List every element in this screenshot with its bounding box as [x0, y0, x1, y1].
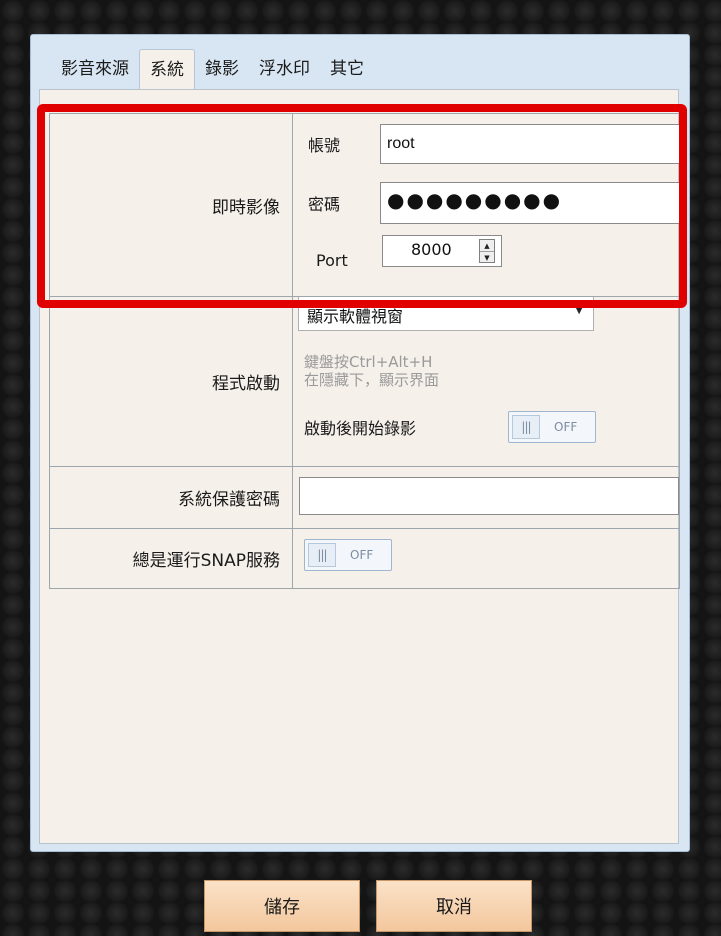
dropdown-arrow-icon[interactable]: ▼ — [575, 305, 583, 316]
toggle-handle-icon: ||| — [308, 543, 336, 567]
port-spinbox[interactable]: 8000 ▲ ▼ — [382, 235, 502, 267]
row-live-video: 即時影像 帳號 密碼 ●●●●●●●●● Port 8000 ▲ ▼ — [49, 113, 682, 297]
snap-service-fields: ||| OFF — [294, 529, 679, 588]
tab-bar: 影音來源 系統 錄影 浮水印 其它 — [51, 49, 374, 90]
password-label: 密碼 — [308, 195, 341, 214]
startup-mode-value: 顯示軟體視窗 — [307, 307, 404, 326]
tab-other[interactable]: 其它 — [320, 49, 374, 89]
account-input[interactable] — [380, 124, 682, 164]
cancel-button[interactable]: 取消 — [376, 880, 532, 932]
live-video-label: 即時影像 — [50, 114, 293, 296]
password-input[interactable]: ●●●●●●●●● — [380, 182, 682, 224]
startup-fields: 顯示軟體視窗 ▼ 鍵盤按Ctrl+Alt+H 在隱藏下，顯示界面 啟動後開始錄影… — [294, 297, 679, 466]
startup-label: 程式啟動 — [50, 297, 293, 466]
spin-down-icon[interactable]: ▼ — [480, 252, 494, 263]
tab-system[interactable]: 系統 — [139, 49, 195, 90]
row-system-password: 系統保護密碼 — [49, 467, 680, 529]
toggle-handle-icon: ||| — [512, 415, 540, 439]
tab-recording[interactable]: 錄影 — [195, 49, 249, 89]
port-value: 8000 — [411, 240, 452, 259]
shortcut-hint-1: 鍵盤按Ctrl+Alt+H — [304, 353, 433, 371]
tab-av-source[interactable]: 影音來源 — [51, 49, 139, 89]
shortcut-hint-2: 在隱藏下，顯示界面 — [304, 371, 440, 389]
auto-record-toggle[interactable]: ||| OFF — [508, 411, 596, 443]
row-startup: 程式啟動 顯示軟體視窗 ▼ 鍵盤按Ctrl+Alt+H 在隱藏下，顯示界面 啟動… — [49, 297, 680, 467]
system-password-label: 系統保護密碼 — [50, 467, 293, 528]
snap-service-toggle[interactable]: ||| OFF — [304, 539, 392, 571]
settings-grid: 即時影像 帳號 密碼 ●●●●●●●●● Port 8000 ▲ ▼ 程式啟動 … — [49, 113, 682, 589]
spin-up-icon[interactable]: ▲ — [480, 240, 494, 252]
snap-service-label: 總是運行SNAP服務 — [50, 529, 293, 588]
row-snap-service: 總是運行SNAP服務 ||| OFF — [49, 529, 680, 589]
port-label: Port — [316, 251, 348, 270]
system-password-fields — [294, 467, 679, 528]
auto-record-state: OFF — [554, 420, 578, 434]
save-button[interactable]: 儲存 — [204, 880, 360, 932]
snap-service-state: OFF — [350, 548, 374, 562]
port-spin-buttons[interactable]: ▲ ▼ — [479, 239, 495, 263]
account-label: 帳號 — [308, 136, 341, 155]
auto-record-label: 啟動後開始錄影 — [304, 419, 417, 438]
system-password-input[interactable] — [299, 477, 679, 515]
tab-watermark[interactable]: 浮水印 — [249, 49, 320, 89]
startup-mode-select[interactable]: 顯示軟體視窗 ▼ — [298, 297, 594, 331]
live-video-fields: 帳號 密碼 ●●●●●●●●● Port 8000 ▲ ▼ — [294, 114, 682, 296]
